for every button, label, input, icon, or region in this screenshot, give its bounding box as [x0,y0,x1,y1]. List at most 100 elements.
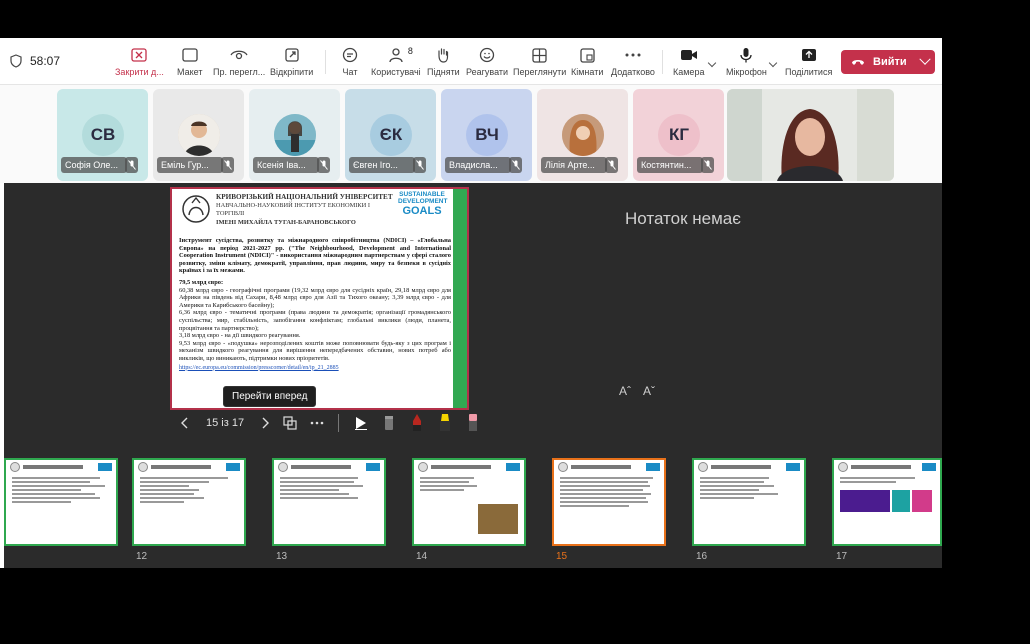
slides-grid-icon [283,416,297,430]
people-button[interactable]: 8 Користувачі [371,46,421,77]
camera-button[interactable]: Камера [673,46,704,77]
uni-line2: НАВЧАЛЬНО-НАУКОВИЙ ІНСТИТУТ ЕКОНОМІКИ І … [216,201,371,218]
logo-icon [558,462,568,472]
leave-options-chevron-down-icon[interactable] [919,53,931,65]
university-logo-icon [176,191,216,227]
people-label: Користувачі [371,67,421,77]
slide-thumbnail[interactable]: 14 [412,458,526,562]
mic-muted-icon [701,157,714,173]
microphone-icon [740,48,753,63]
timer-text: 58:07 [30,54,61,68]
eraser-tool-button[interactable] [375,414,403,432]
view-button[interactable]: Пр. перегл... [213,46,265,77]
teams-meeting-window: 58:07 Закрити д... Макет Пр. перегл... В… [0,38,942,568]
highlighter-icon [440,414,451,431]
participant-tile[interactable]: КГ Костянтин... [633,89,724,181]
logo-icon [838,462,848,472]
slide-grid-button[interactable] [276,416,304,430]
share-icon [801,49,816,61]
close-button[interactable]: Закрити д... [115,46,164,77]
chat-label: Чат [342,67,358,77]
pointer-tool-button[interactable] [347,416,375,430]
slide-header: КРИВОРІЗЬКИЙ НАЦІОНАЛЬНИЙ УНІВЕРСИТЕТ НА… [176,191,448,231]
rooms-icon [580,47,595,63]
view2-label: Переглянути [513,67,567,77]
next-slide-tooltip: Перейти вперед [223,386,317,407]
camera-options-chevron-down-icon[interactable] [707,58,717,68]
sdg-logo: SUSTAINABLE DEVELOPMENT GOALS [398,191,448,225]
slide-thumbnail-active[interactable]: 15 [549,455,669,562]
slide-thumbnail[interactable]: 17 [832,458,942,562]
share-button[interactable]: Поділитися [785,46,832,77]
avatar-photo [274,114,316,156]
speaker-notes-empty: Нотаток немає [625,209,741,228]
participant-tile[interactable]: ВЧ Владисла... [441,89,532,181]
thumbnail-number: 17 [836,551,848,562]
share-label: Поділитися [785,67,833,77]
highlighter-tool-button[interactable] [431,413,459,433]
leave-button[interactable]: Вийти [841,50,935,74]
logo-icon [278,462,288,472]
slide-thumbnail[interactable]: 12 [132,458,246,562]
prev-slide-button[interactable] [174,417,196,429]
camera-icon [680,50,697,60]
mic-muted-icon [413,157,426,173]
thumbnail-treemap [892,490,910,512]
self-video-tile[interactable] [727,89,894,181]
more-button[interactable]: Додатково [611,46,655,77]
slide-link[interactable]: https://ec.europa.eu/commission/presscor… [179,365,451,373]
mic-options-chevron-down-icon[interactable] [768,58,778,68]
sdg-line2: DEVELOPMENT [398,198,448,205]
participant-tile[interactable]: Ксенія Іва... [249,89,340,181]
smile-icon [479,47,495,63]
toolbar-divider [325,50,326,74]
view-grid-button[interactable]: Переглянути [513,46,566,77]
participant-tile[interactable]: Еміль Гур... [153,89,244,181]
slide-thumbnail[interactable]: 13 [272,458,386,562]
view-label: Пр. перегл... [213,67,266,77]
sdg-line1: SUSTAINABLE [399,191,445,198]
layout-button[interactable]: Макет [177,46,202,77]
thumbnail-image [478,504,518,534]
pink-marker-tool-button[interactable] [459,413,487,433]
mic-muted-icon [509,157,522,173]
thumbnail-number: 12 [136,551,148,562]
slide-thumbnail[interactable]: 16 [692,458,806,562]
next-slide-button[interactable] [254,417,276,429]
more-label: Додатково [611,67,655,77]
participant-tile[interactable]: СВ Софія Оле... [57,89,148,181]
self-video [727,89,894,181]
logo-icon [138,462,148,472]
avatar: ЄК [370,114,412,156]
play-pointer-icon [355,417,368,430]
participant-tile[interactable]: ЄК Євген Іго... [345,89,436,181]
participant-tile[interactable]: Лілія Арте... [537,89,628,181]
raise-hand-button[interactable]: Підняти [427,46,460,77]
font-increase-button[interactable]: Aˇ [643,384,655,398]
red-pen-tool-button[interactable] [403,413,431,433]
mic-label: Мікрофон [726,67,767,77]
thumbnail-treemap [912,490,932,512]
phone-hangup-icon [852,60,864,65]
slide-body: Інструмент сусідства, розвитку та міжнар… [179,237,451,376]
react-button[interactable]: Реагувати [466,46,508,77]
mic-button[interactable]: Мікрофон [726,46,767,77]
presentation-stage: КРИВОРІЗЬКИЙ НАЦІОНАЛЬНИЙ УНІВЕРСИТЕТ НА… [4,183,942,568]
popout-button[interactable]: Відкріпити [270,46,313,77]
chevron-left-icon [181,417,188,429]
rooms-button[interactable]: Кімнати [571,46,603,77]
avatar: СВ [82,114,124,156]
eye-icon [230,50,248,60]
eraser-icon [385,416,394,430]
font-decrease-button[interactable]: Aˆ [619,384,631,398]
slide-thumbnail[interactable] [4,458,118,546]
thumbnail-number: 16 [696,551,708,562]
popout-icon [284,48,299,62]
raise-label: Підняти [427,67,460,77]
chat-button[interactable]: Чат [340,46,360,77]
shield-icon [10,54,22,68]
avatar: КГ [658,114,700,156]
participant-name: Лілія Арте... [541,157,607,173]
more-options-button[interactable] [304,421,330,425]
camera-label: Камера [673,67,705,77]
